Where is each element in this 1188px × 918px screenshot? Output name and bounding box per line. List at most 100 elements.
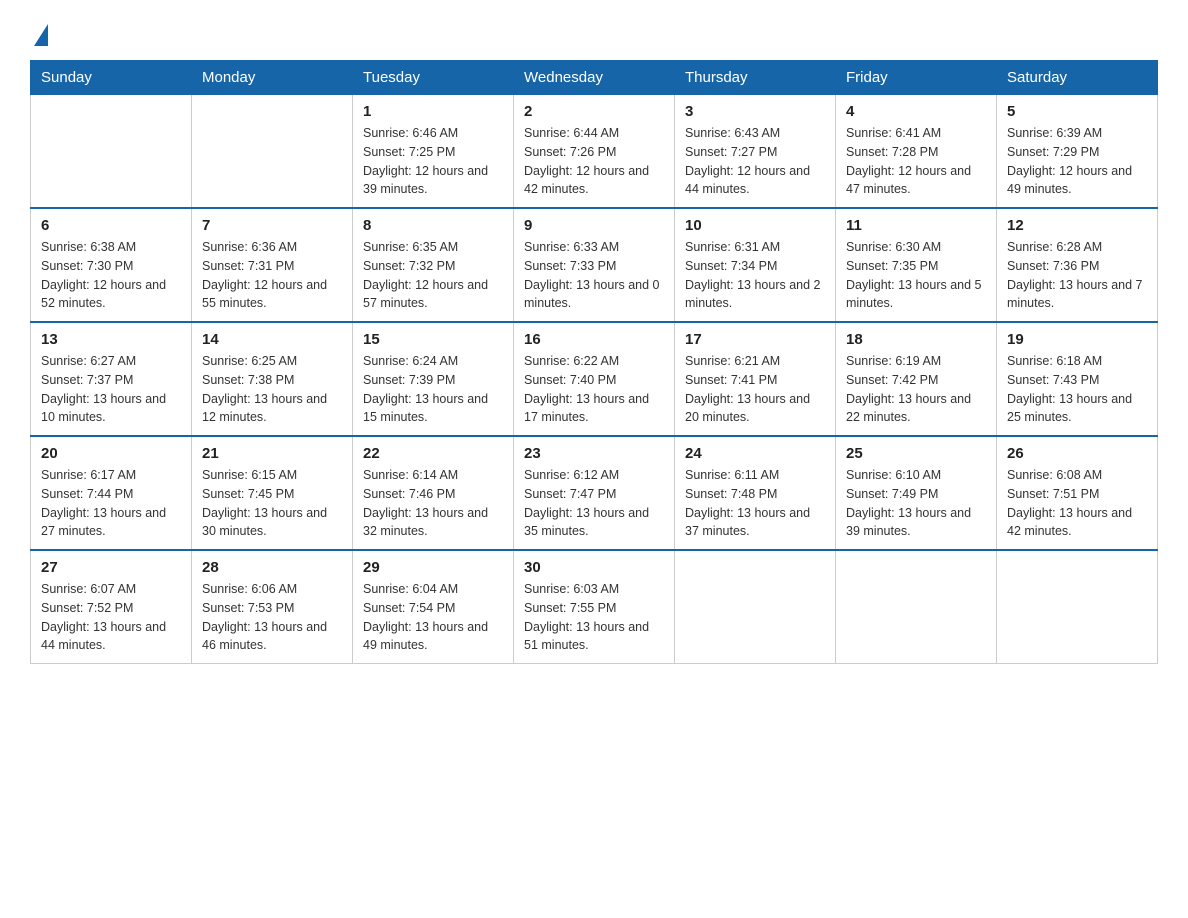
day-info: Sunrise: 6:38 AMSunset: 7:30 PMDaylight:… <box>41 238 181 313</box>
day-info: Sunrise: 6:17 AMSunset: 7:44 PMDaylight:… <box>41 466 181 541</box>
day-info: Sunrise: 6:24 AMSunset: 7:39 PMDaylight:… <box>363 352 503 427</box>
day-number: 17 <box>685 331 825 348</box>
day-number: 14 <box>202 331 342 348</box>
calendar-table: SundayMondayTuesdayWednesdayThursdayFrid… <box>30 60 1158 664</box>
day-info: Sunrise: 6:35 AMSunset: 7:32 PMDaylight:… <box>363 238 503 313</box>
day-number: 27 <box>41 559 181 576</box>
calendar-week-row: 1 Sunrise: 6:46 AMSunset: 7:25 PMDaylight… <box>31 95 1158 209</box>
weekday-header-monday: Monday <box>192 61 353 95</box>
day-number: 12 <box>1007 217 1147 234</box>
day-info: Sunrise: 6:36 AMSunset: 7:31 PMDaylight:… <box>202 238 342 313</box>
calendar-cell: 22 Sunrise: 6:14 AMSunset: 7:46 PMDayligh… <box>353 436 514 550</box>
calendar-cell <box>192 95 353 209</box>
calendar-cell: 12 Sunrise: 6:28 AMSunset: 7:36 PMDayligh… <box>997 208 1158 322</box>
day-info: Sunrise: 6:39 AMSunset: 7:29 PMDaylight:… <box>1007 124 1147 199</box>
logo <box>30 20 48 44</box>
day-info: Sunrise: 6:21 AMSunset: 7:41 PMDaylight:… <box>685 352 825 427</box>
calendar-cell: 11 Sunrise: 6:30 AMSunset: 7:35 PMDayligh… <box>836 208 997 322</box>
day-info: Sunrise: 6:14 AMSunset: 7:46 PMDaylight:… <box>363 466 503 541</box>
calendar-cell: 21Sunrise: 6:15 AMSunset: 7:45 PMDayligh… <box>192 436 353 550</box>
day-info: Sunrise: 6:44 AMSunset: 7:26 PMDaylight:… <box>524 124 664 199</box>
day-number: 5 <box>1007 103 1147 120</box>
day-info: Sunrise: 6:11 AMSunset: 7:48 PMDaylight:… <box>685 466 825 541</box>
calendar-cell: 5 Sunrise: 6:39 AMSunset: 7:29 PMDaylight… <box>997 95 1158 209</box>
day-number: 16 <box>524 331 664 348</box>
day-number: 23 <box>524 445 664 462</box>
day-number: 11 <box>846 217 986 234</box>
day-info: Sunrise: 6:46 AMSunset: 7:25 PMDaylight:… <box>363 124 503 199</box>
day-number: 6 <box>41 217 181 234</box>
day-number: 1 <box>363 103 503 120</box>
calendar-cell <box>675 550 836 664</box>
day-number: 9 <box>524 217 664 234</box>
calendar-cell: 1 Sunrise: 6:46 AMSunset: 7:25 PMDaylight… <box>353 95 514 209</box>
day-number: 20 <box>41 445 181 462</box>
calendar-cell: 30Sunrise: 6:03 AMSunset: 7:55 PMDayligh… <box>514 550 675 664</box>
day-number: 15 <box>363 331 503 348</box>
day-number: 24 <box>685 445 825 462</box>
day-info: Sunrise: 6:07 AMSunset: 7:52 PMDaylight:… <box>41 580 181 655</box>
page-header <box>30 20 1158 44</box>
day-number: 29 <box>363 559 503 576</box>
weekday-header-sunday: Sunday <box>31 61 192 95</box>
day-info: Sunrise: 6:41 AMSunset: 7:28 PMDaylight:… <box>846 124 986 199</box>
weekday-header-thursday: Thursday <box>675 61 836 95</box>
day-info: Sunrise: 6:18 AMSunset: 7:43 PMDaylight:… <box>1007 352 1147 427</box>
day-number: 28 <box>202 559 342 576</box>
day-number: 4 <box>846 103 986 120</box>
calendar-week-row: 13 Sunrise: 6:27 AMSunset: 7:37 PMDayligh… <box>31 322 1158 436</box>
day-number: 3 <box>685 103 825 120</box>
day-number: 25 <box>846 445 986 462</box>
calendar-cell: 18 Sunrise: 6:19 AMSunset: 7:42 PMDayligh… <box>836 322 997 436</box>
calendar-cell: 9 Sunrise: 6:33 AMSunset: 7:33 PMDaylight… <box>514 208 675 322</box>
day-info: Sunrise: 6:19 AMSunset: 7:42 PMDaylight:… <box>846 352 986 427</box>
calendar-cell <box>31 95 192 209</box>
day-info: Sunrise: 6:10 AMSunset: 7:49 PMDaylight:… <box>846 466 986 541</box>
day-number: 26 <box>1007 445 1147 462</box>
weekday-header-friday: Friday <box>836 61 997 95</box>
calendar-cell: 15 Sunrise: 6:24 AMSunset: 7:39 PMDayligh… <box>353 322 514 436</box>
calendar-cell: 19 Sunrise: 6:18 AMSunset: 7:43 PMDayligh… <box>997 322 1158 436</box>
day-info: Sunrise: 6:06 AMSunset: 7:53 PMDaylight:… <box>202 580 342 655</box>
calendar-cell: 8Sunrise: 6:35 AMSunset: 7:32 PMDaylight… <box>353 208 514 322</box>
calendar-cell: 6 Sunrise: 6:38 AMSunset: 7:30 PMDaylight… <box>31 208 192 322</box>
calendar-cell <box>836 550 997 664</box>
calendar-cell <box>997 550 1158 664</box>
day-number: 13 <box>41 331 181 348</box>
day-info: Sunrise: 6:30 AMSunset: 7:35 PMDaylight:… <box>846 238 986 313</box>
calendar-cell: 24 Sunrise: 6:11 AMSunset: 7:48 PMDayligh… <box>675 436 836 550</box>
weekday-header-tuesday: Tuesday <box>353 61 514 95</box>
calendar-week-row: 20 Sunrise: 6:17 AMSunset: 7:44 PMDayligh… <box>31 436 1158 550</box>
calendar-cell: 28 Sunrise: 6:06 AMSunset: 7:53 PMDayligh… <box>192 550 353 664</box>
calendar-cell: 27 Sunrise: 6:07 AMSunset: 7:52 PMDayligh… <box>31 550 192 664</box>
calendar-header-row: SundayMondayTuesdayWednesdayThursdayFrid… <box>31 61 1158 95</box>
calendar-cell: 3 Sunrise: 6:43 AMSunset: 7:27 PMDaylight… <box>675 95 836 209</box>
calendar-cell: 26 Sunrise: 6:08 AMSunset: 7:51 PMDayligh… <box>997 436 1158 550</box>
day-number: 10 <box>685 217 825 234</box>
calendar-cell: 4 Sunrise: 6:41 AMSunset: 7:28 PMDaylight… <box>836 95 997 209</box>
calendar-cell: 7 Sunrise: 6:36 AMSunset: 7:31 PMDaylight… <box>192 208 353 322</box>
calendar-cell: 20 Sunrise: 6:17 AMSunset: 7:44 PMDayligh… <box>31 436 192 550</box>
calendar-cell: 14Sunrise: 6:25 AMSunset: 7:38 PMDayligh… <box>192 322 353 436</box>
calendar-cell: 13 Sunrise: 6:27 AMSunset: 7:37 PMDayligh… <box>31 322 192 436</box>
day-info: Sunrise: 6:15 AMSunset: 7:45 PMDaylight:… <box>202 466 342 541</box>
calendar-cell: 29 Sunrise: 6:04 AMSunset: 7:54 PMDayligh… <box>353 550 514 664</box>
day-number: 19 <box>1007 331 1147 348</box>
day-info: Sunrise: 6:03 AMSunset: 7:55 PMDaylight:… <box>524 580 664 655</box>
day-number: 7 <box>202 217 342 234</box>
calendar-cell: 2Sunrise: 6:44 AMSunset: 7:26 PMDaylight… <box>514 95 675 209</box>
day-info: Sunrise: 6:04 AMSunset: 7:54 PMDaylight:… <box>363 580 503 655</box>
day-number: 18 <box>846 331 986 348</box>
day-info: Sunrise: 6:33 AMSunset: 7:33 PMDaylight:… <box>524 238 664 313</box>
day-number: 22 <box>363 445 503 462</box>
day-info: Sunrise: 6:28 AMSunset: 7:36 PMDaylight:… <box>1007 238 1147 313</box>
day-info: Sunrise: 6:43 AMSunset: 7:27 PMDaylight:… <box>685 124 825 199</box>
calendar-week-row: 6 Sunrise: 6:38 AMSunset: 7:30 PMDaylight… <box>31 208 1158 322</box>
day-info: Sunrise: 6:22 AMSunset: 7:40 PMDaylight:… <box>524 352 664 427</box>
calendar-cell: 23 Sunrise: 6:12 AMSunset: 7:47 PMDayligh… <box>514 436 675 550</box>
day-info: Sunrise: 6:08 AMSunset: 7:51 PMDaylight:… <box>1007 466 1147 541</box>
calendar-cell: 10Sunrise: 6:31 AMSunset: 7:34 PMDayligh… <box>675 208 836 322</box>
day-info: Sunrise: 6:12 AMSunset: 7:47 PMDaylight:… <box>524 466 664 541</box>
day-info: Sunrise: 6:27 AMSunset: 7:37 PMDaylight:… <box>41 352 181 427</box>
calendar-cell: 16 Sunrise: 6:22 AMSunset: 7:40 PMDayligh… <box>514 322 675 436</box>
